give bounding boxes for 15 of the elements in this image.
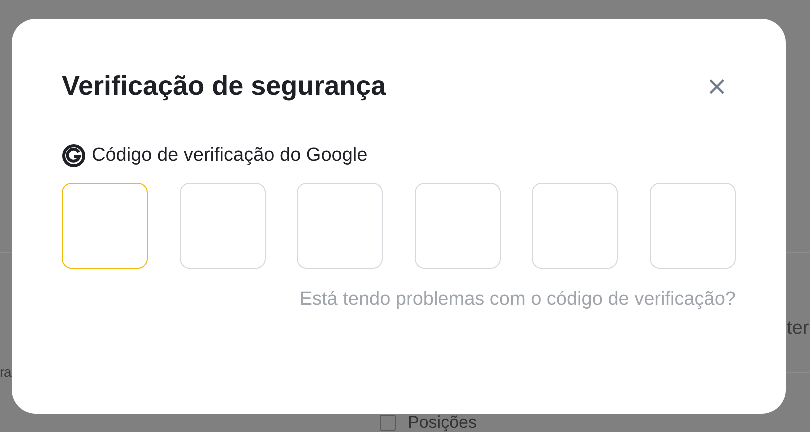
code-input-field[interactable] bbox=[532, 183, 618, 269]
code-input-field[interactable] bbox=[414, 183, 501, 269]
code-input-field[interactable] bbox=[180, 183, 266, 269]
help-link[interactable]: Está tendo problemas com o código de verificação? bbox=[300, 289, 736, 311]
checkbox-label: Posições bbox=[408, 414, 477, 432]
background-text: ter bbox=[787, 318, 810, 340]
close-button[interactable]: × bbox=[700, 74, 734, 100]
code-input-field[interactable] bbox=[650, 183, 736, 269]
authenticator-icon bbox=[62, 144, 86, 168]
code-input-field[interactable] bbox=[297, 183, 384, 269]
background-text: ra bbox=[0, 364, 12, 380]
dialog-title: Verificação de segurança bbox=[62, 71, 386, 102]
checkbox[interactable] bbox=[380, 415, 396, 431]
field-label: Código de verificação do Google bbox=[92, 145, 368, 167]
code-input-field[interactable] bbox=[62, 183, 148, 269]
